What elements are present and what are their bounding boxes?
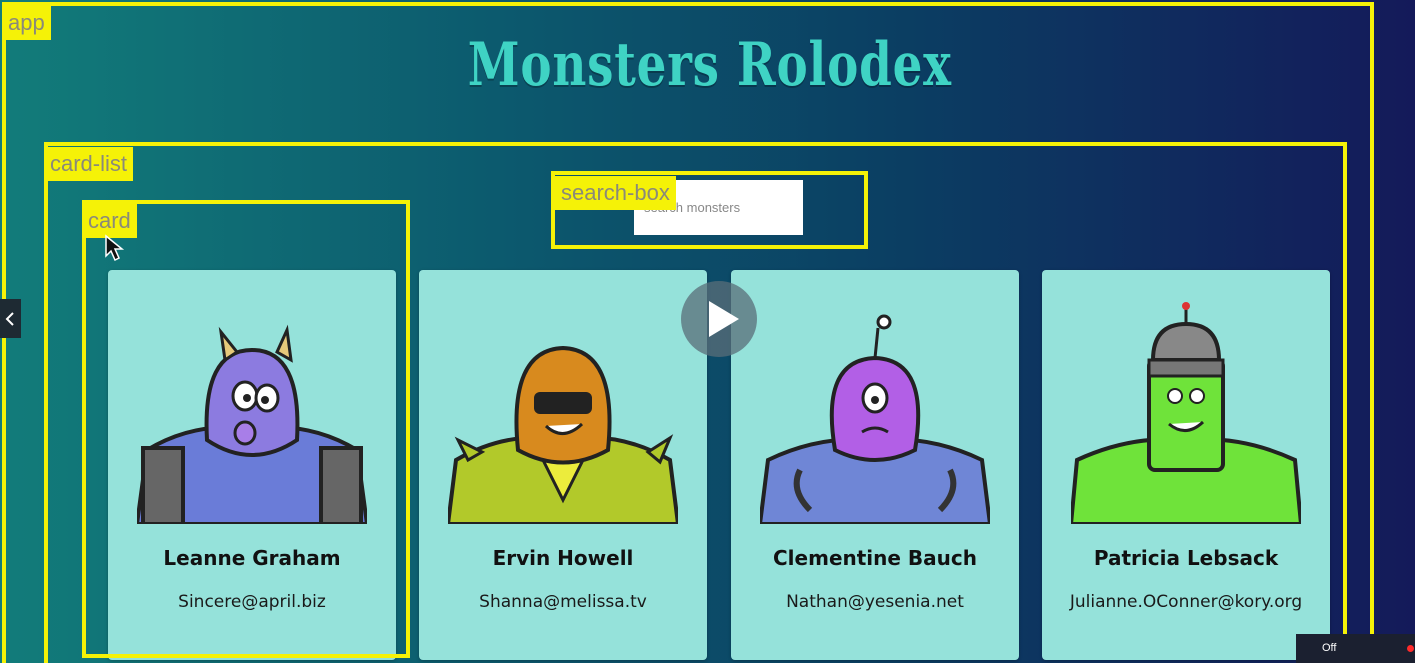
chevron-left-icon (5, 312, 14, 326)
mouse-cursor-icon (105, 234, 125, 262)
card-list-highlight-label: card-list (44, 147, 134, 181)
search-box-highlight-label: search-box (555, 176, 676, 210)
app-highlight-label: app (2, 6, 51, 40)
play-icon (709, 301, 739, 337)
card-highlight-label: card (82, 204, 137, 238)
caption-toggle-button[interactable]: Off (1296, 634, 1415, 663)
recording-indicator-icon (1407, 645, 1414, 652)
play-button[interactable] (681, 281, 757, 357)
caption-toggle-label: Off (1322, 642, 1337, 654)
card-highlight-box (82, 200, 410, 658)
previous-button[interactable] (0, 299, 21, 338)
